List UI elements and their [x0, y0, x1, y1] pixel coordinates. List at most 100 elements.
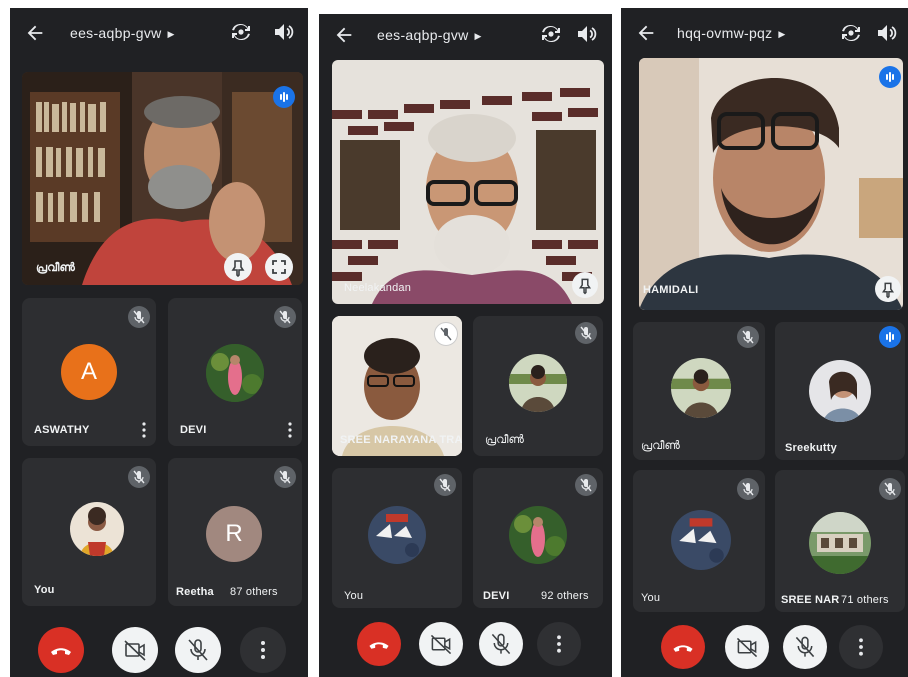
mic-off-icon [274, 466, 296, 488]
videocam-off-icon[interactable] [419, 622, 463, 666]
participant-name: You [344, 590, 364, 602]
video-frame [639, 58, 903, 310]
participant-tile[interactable]: R Reetha 87 others [168, 458, 302, 606]
mic-off-icon[interactable] [783, 625, 827, 669]
participant-name: DEVI [180, 424, 207, 436]
avatar [368, 506, 426, 564]
call-end-icon[interactable] [38, 627, 84, 673]
fullscreen-icon[interactable] [265, 253, 293, 281]
meeting-code[interactable]: hqq-ovmw-pqz ▶ [677, 25, 786, 41]
participant-tile[interactable]: പ്രവീൺ [473, 316, 603, 456]
mic-off-icon [575, 474, 597, 496]
main-video[interactable]: HAMIDALI [639, 58, 903, 310]
others-count[interactable]: 92 others [541, 590, 589, 602]
participant-name: Reetha [176, 586, 214, 598]
more-vert-icon[interactable] [288, 422, 292, 438]
avatar [509, 354, 567, 412]
meeting-code[interactable]: ees-aqbp-gvw ▶ [377, 27, 482, 43]
audio-level-icon [879, 66, 901, 88]
audio-level-icon [273, 86, 295, 108]
switch-camera-icon[interactable] [539, 22, 563, 46]
mic-off-icon[interactable] [479, 622, 523, 666]
more-vert-icon[interactable] [537, 622, 581, 666]
mic-off-icon [274, 306, 296, 328]
caret-right-icon: ▶ [778, 29, 786, 39]
main-video[interactable]: പ്രവീൺ [22, 72, 303, 285]
participant-name: പ്രവീൺ [36, 262, 76, 274]
participant-name: You [641, 592, 661, 604]
meet-screen-2: ees-aqbp-gvw ▶ Neelakandan SREE NARAYANA… [319, 14, 612, 677]
avatar [509, 506, 567, 564]
participant-tile[interactable]: Sreekutty [775, 322, 905, 460]
avatar [809, 360, 871, 422]
avatar [809, 512, 871, 574]
more-vert-icon[interactable] [240, 627, 286, 673]
top-bar: ees-aqbp-gvw ▶ [319, 14, 612, 64]
speaker-icon[interactable] [875, 21, 899, 45]
call-end-icon[interactable] [661, 625, 705, 669]
participant-tile[interactable]: DEVI 92 others [473, 468, 603, 608]
participant-name: HAMIDALI [643, 284, 699, 296]
participant-name: DEVI [483, 590, 510, 602]
switch-camera-icon[interactable] [839, 21, 863, 45]
meet-screen-1: ees-aqbp-gvw ▶ പ്രവീൺ A ASWATHY DEVI You… [10, 8, 308, 677]
participant-name: ASWATHY [34, 424, 90, 436]
videocam-off-icon[interactable] [112, 627, 158, 673]
participant-name: Neelakandan [344, 282, 412, 294]
participant-tile[interactable]: You [22, 458, 156, 606]
video-frame [332, 60, 604, 304]
speaker-icon[interactable] [272, 20, 296, 44]
avatar [671, 358, 731, 418]
mic-off-icon [128, 306, 150, 328]
mic-off-icon [737, 326, 759, 348]
participant-tile[interactable]: SREE NAR 71 others [775, 470, 905, 612]
arrow-back-icon[interactable] [24, 22, 46, 44]
mic-off-icon[interactable] [175, 627, 221, 673]
pin-icon[interactable] [224, 253, 252, 281]
speaker-icon[interactable] [575, 22, 599, 46]
top-bar: ees-aqbp-gvw ▶ [10, 8, 308, 58]
pin-icon[interactable] [572, 272, 598, 298]
participant-tile[interactable]: You [332, 468, 462, 608]
others-count[interactable]: 87 others [230, 586, 278, 598]
avatar [206, 344, 264, 402]
avatar [671, 510, 731, 570]
participant-name: Sreekutty [785, 442, 837, 454]
meeting-code[interactable]: ees-aqbp-gvw ▶ [70, 25, 175, 41]
video-frame [22, 72, 303, 285]
participant-name: പ്രവീൺ [485, 434, 525, 446]
more-vert-icon[interactable] [839, 625, 883, 669]
mic-off-icon [434, 474, 456, 496]
participant-tile[interactable]: SREE NARAYANA TRA... [332, 316, 462, 456]
main-video[interactable]: Neelakandan [332, 60, 604, 304]
switch-camera-icon[interactable] [229, 20, 253, 44]
avatar [70, 502, 124, 556]
avatar: A [61, 344, 117, 400]
call-end-icon[interactable] [357, 622, 401, 666]
caret-right-icon: ▶ [167, 29, 175, 39]
caret-right-icon: ▶ [474, 31, 482, 41]
participant-name: SREE NARAYANA TRA... [340, 434, 462, 446]
meet-screen-3: hqq-ovmw-pqz ▶ HAMIDALI പ്രവീൺ Sreekutty… [621, 8, 908, 677]
others-count[interactable]: 71 others [841, 594, 889, 606]
participant-name: You [34, 584, 55, 596]
top-bar: hqq-ovmw-pqz ▶ [621, 8, 908, 58]
participant-tile[interactable]: DEVI [168, 298, 302, 446]
participant-name: പ്രവീൺ [641, 440, 681, 452]
participant-tile[interactable]: You [633, 470, 765, 612]
participant-tile[interactable]: പ്രവീൺ [633, 322, 765, 460]
mic-off-icon [879, 478, 901, 500]
pin-icon[interactable] [875, 276, 901, 302]
participant-name: SREE NAR [781, 594, 840, 606]
mic-off-icon [737, 478, 759, 500]
avatar: R [206, 506, 262, 562]
mic-off-icon [128, 466, 150, 488]
arrow-back-icon[interactable] [635, 22, 657, 44]
mic-off-icon [434, 322, 458, 346]
arrow-back-icon[interactable] [333, 24, 355, 46]
mic-off-icon [575, 322, 597, 344]
videocam-off-icon[interactable] [725, 625, 769, 669]
participant-tile[interactable]: A ASWATHY [22, 298, 156, 446]
audio-level-icon [879, 326, 901, 348]
more-vert-icon[interactable] [142, 422, 146, 438]
